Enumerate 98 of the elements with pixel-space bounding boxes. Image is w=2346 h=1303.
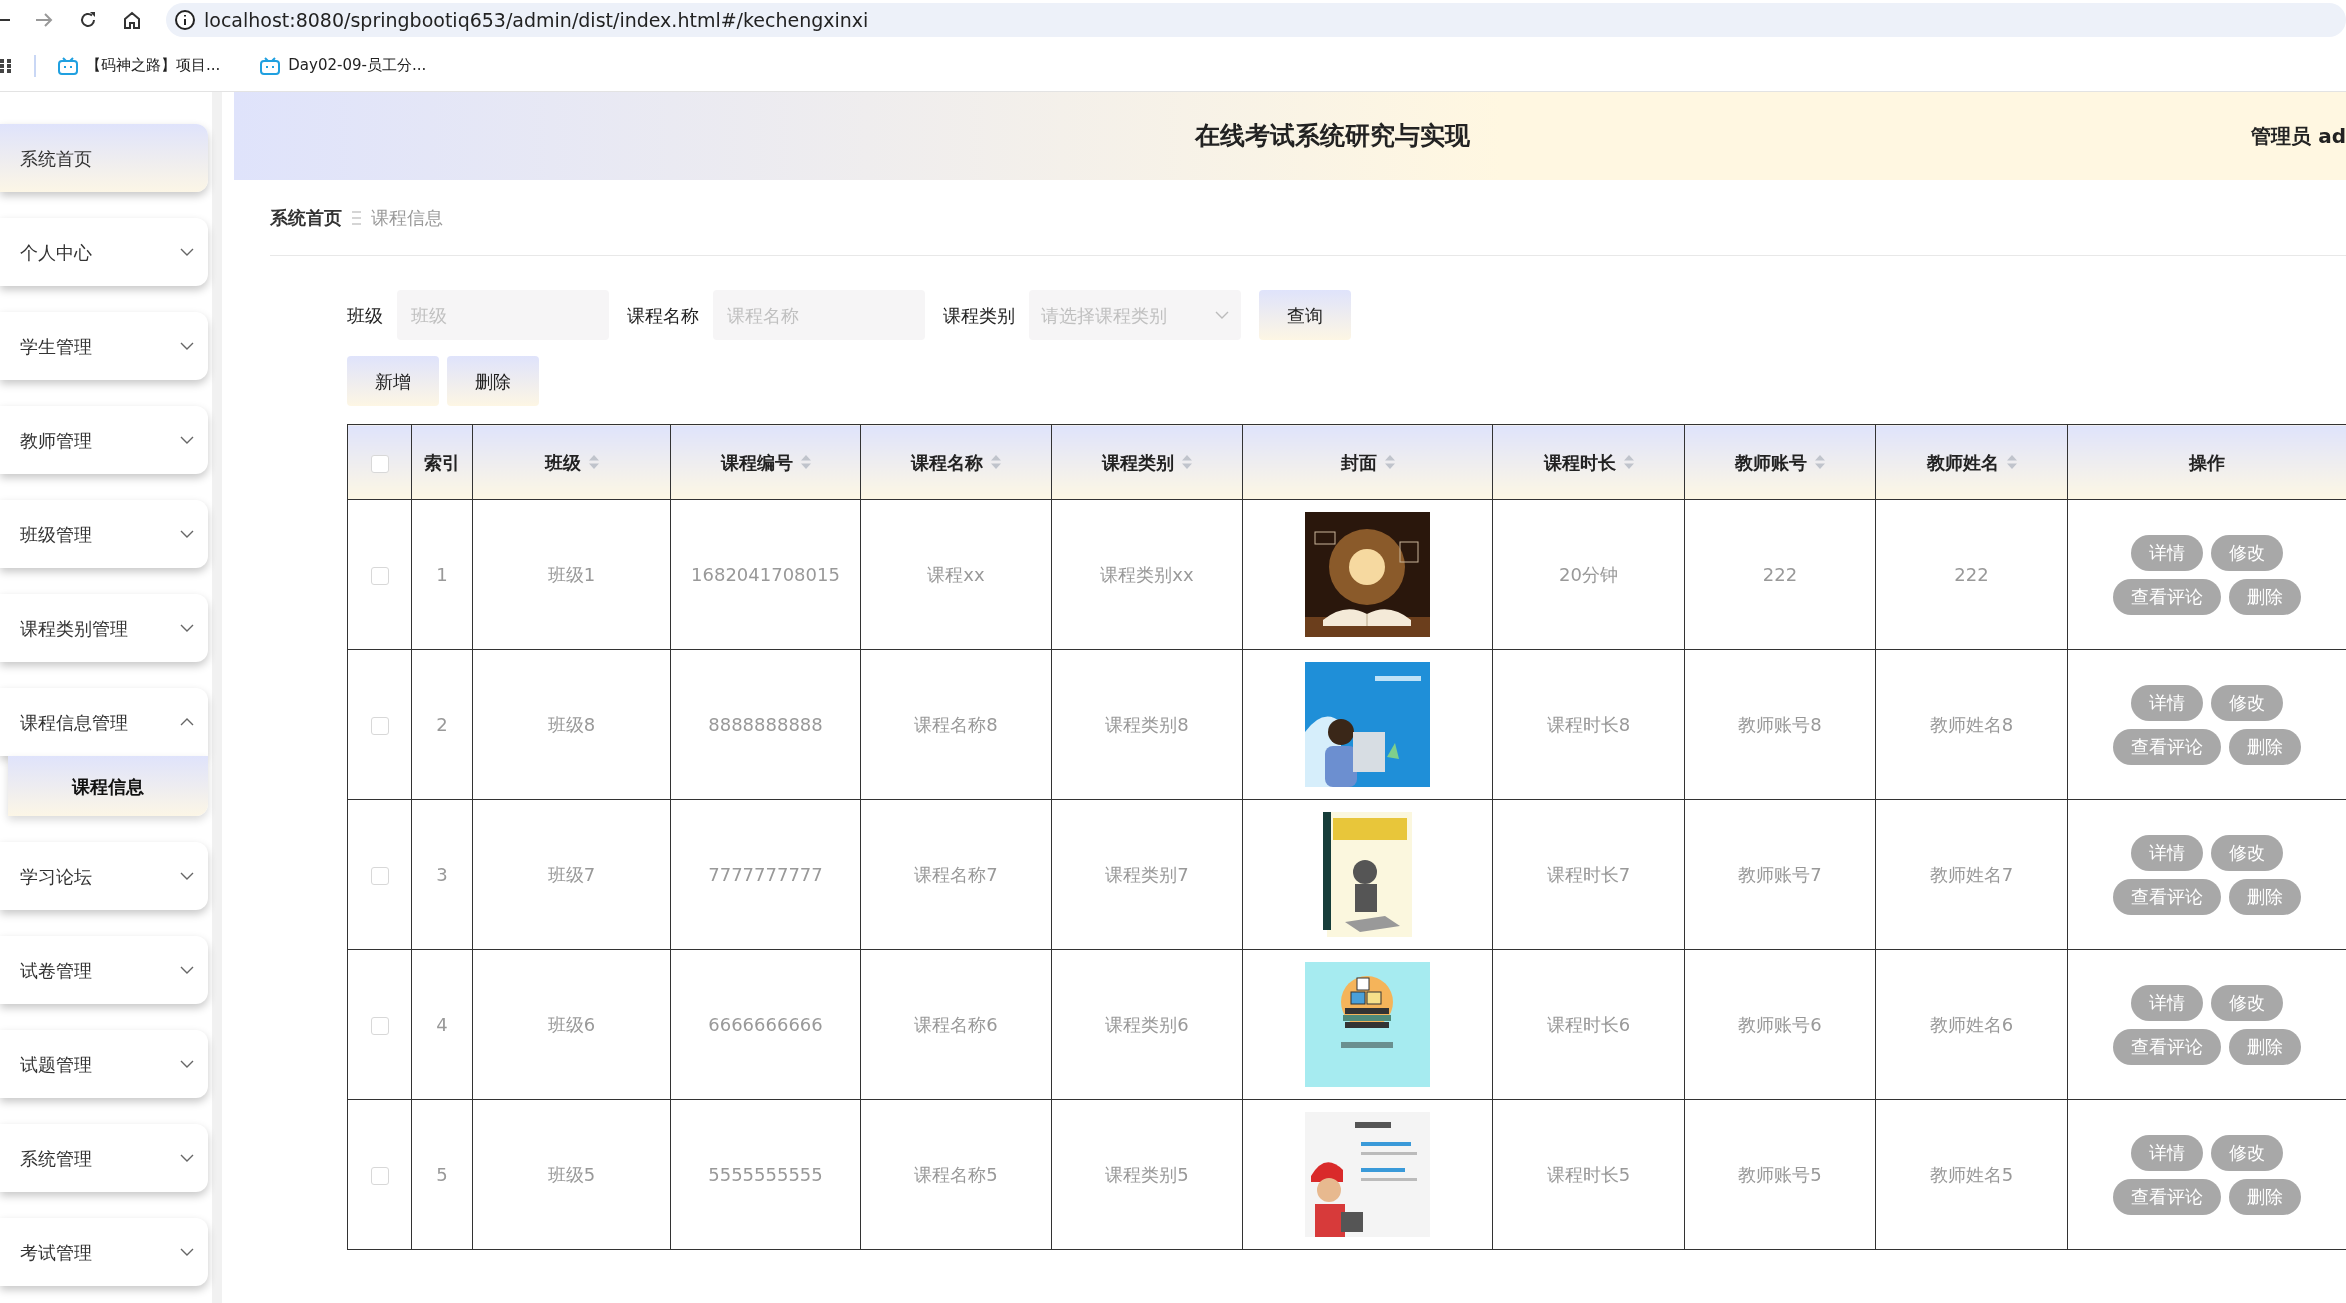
sidebar-item[interactable]: 系统首页 [0, 124, 208, 192]
reload-icon[interactable] [78, 10, 98, 30]
delete-button[interactable]: 删除 [447, 356, 539, 406]
column-header[interactable]: 课程名称 [911, 448, 983, 476]
sort-icon[interactable] [1182, 455, 1192, 469]
sidebar-subitem[interactable]: 课程信息 [8, 756, 208, 816]
field-label: 课程类别 [943, 303, 1015, 328]
sidebar-item[interactable]: 课程信息管理 [0, 688, 208, 756]
table-cell: 课程类别5 [1105, 1164, 1189, 1185]
home-icon[interactable] [122, 10, 142, 30]
table-cell: 教师账号5 [1738, 1164, 1822, 1185]
table-cell: 课程名称8 [914, 714, 998, 735]
table-cell: 1682041708015 [691, 564, 840, 585]
field-label: 课程名称 [627, 303, 699, 328]
table-cell: 班级6 [547, 1014, 596, 1035]
sort-icon[interactable] [1815, 455, 1825, 469]
search-button[interactable]: 查询 [1259, 290, 1351, 340]
sort-icon[interactable] [1384, 455, 1395, 469]
table-cell: 1 [436, 564, 448, 585]
user-label: 管理员 ad [2251, 123, 2346, 150]
table-cell: 教师姓名5 [1929, 1164, 2014, 1185]
table-cell: 4 [436, 1014, 448, 1035]
table-cell: 6666666666 [708, 1014, 823, 1035]
sort-icon[interactable] [991, 455, 1001, 469]
checkbox[interactable] [370, 867, 389, 885]
add-button[interactable]: 新增 [347, 356, 439, 406]
sort-icon[interactable] [1623, 455, 1634, 469]
table-cell: 教师账号6 [1738, 1014, 1822, 1035]
table-cell: 222 [1954, 564, 1989, 585]
table-cell: 课程类别xx [1100, 564, 1194, 585]
column-header[interactable]: 班级 [544, 448, 581, 476]
column-header[interactable]: 课程时长 [1543, 448, 1616, 476]
apps-icon[interactable] [0, 58, 12, 73]
table-cell: 7777777777 [708, 864, 823, 885]
bookmark-link[interactable]: Day02-09-员工分... [288, 54, 427, 77]
table-cell: 班级8 [547, 714, 596, 735]
table-cell: 课程时长7 [1546, 864, 1631, 885]
column-header[interactable]: 课程编号 [720, 448, 793, 476]
column-header[interactable]: 教师姓名 [1926, 448, 1999, 476]
sidebar-item[interactable]: 课程类别管理 [0, 594, 208, 662]
table-cell: 教师姓名6 [1929, 1014, 2014, 1035]
info-icon[interactable] [174, 9, 196, 31]
table-cell: 3 [436, 864, 448, 885]
table-cell: 教师账号8 [1738, 714, 1822, 735]
checkbox[interactable] [370, 454, 389, 473]
sidebar-item[interactable]: 试题管理 [0, 1030, 208, 1098]
checkbox[interactable] [370, 1017, 389, 1035]
field-label: 班级 [347, 303, 383, 328]
table-cell: 班级5 [547, 1164, 596, 1185]
table-cell: 2 [436, 714, 448, 735]
table-cell: 20分钟 [1559, 564, 1618, 585]
table-cell: 5555555555 [708, 1164, 823, 1185]
breadcrumb-link[interactable]: 系统首页 [270, 204, 342, 231]
page-title: 在线考试系统研究与实现 [1193, 120, 1472, 153]
sidebar-item[interactable]: 班级管理 [0, 500, 208, 568]
table-cell: 课程时长8 [1546, 714, 1631, 735]
table-cell: 课程时长6 [1546, 1014, 1631, 1035]
column-header: 索引 [424, 450, 460, 475]
checkbox[interactable] [370, 567, 389, 585]
tv-icon [58, 56, 78, 75]
sidebar-item[interactable]: 教师管理 [0, 406, 208, 474]
sidebar-item[interactable]: 试卷管理 [0, 936, 208, 1004]
table-cell: 课程名称6 [914, 1014, 998, 1035]
column-header[interactable]: 课程类别 [1102, 448, 1174, 476]
table-cell: 课程类别8 [1105, 714, 1189, 735]
table-cell: 课程类别7 [1105, 864, 1189, 885]
table-cell: 5 [436, 1164, 448, 1185]
column-header[interactable]: 封面 [1340, 448, 1377, 476]
sidebar-item[interactable]: 考试管理 [0, 1218, 208, 1286]
table-cell: 班级7 [547, 864, 596, 885]
table-cell: 教师姓名7 [1929, 864, 2014, 885]
sidebar-item[interactable]: 系统管理 [0, 1124, 208, 1192]
sort-icon[interactable] [800, 455, 811, 469]
separator-icon [352, 210, 361, 225]
sidebar-item[interactable]: 个人中心 [0, 218, 208, 286]
table-cell: 8888888888 [708, 714, 823, 735]
bookmark-link[interactable]: 【码神之路】项目... [86, 54, 221, 77]
chevron-icon [1215, 311, 1229, 319]
sort-icon[interactable] [588, 455, 599, 469]
checkbox[interactable] [370, 1167, 389, 1185]
sidebar-item[interactable]: 学习论坛 [0, 842, 208, 910]
tv-icon [260, 56, 281, 75]
table-cell: 课程类别6 [1105, 1014, 1189, 1035]
url-text: localhost:8080/springbootiq653/admin/dist/index.html#/kechengxinxi [204, 7, 869, 33]
table-cell: 课程xx [927, 564, 985, 585]
column-header[interactable]: 教师账号 [1735, 448, 1807, 476]
address-bar[interactable]: localhost:8080/springbootiq653/admin/dist/index.html#/kechengxinxi [166, 3, 2346, 37]
table-cell: 课程名称5 [914, 1164, 998, 1185]
table-cell: 教师姓名8 [1929, 714, 2014, 735]
column-header: 操作 [2189, 450, 2225, 475]
table-cell: 教师账号7 [1738, 864, 1822, 885]
table-cell: 课程时长5 [1546, 1164, 1631, 1185]
checkbox[interactable] [370, 717, 389, 735]
table-cell: 课程名称7 [914, 864, 998, 885]
sidebar-item[interactable]: 学生管理 [0, 312, 208, 380]
sort-icon[interactable] [2006, 455, 2017, 469]
table-cell: 班级1 [547, 564, 596, 585]
table-cell: 222 [1762, 564, 1798, 585]
